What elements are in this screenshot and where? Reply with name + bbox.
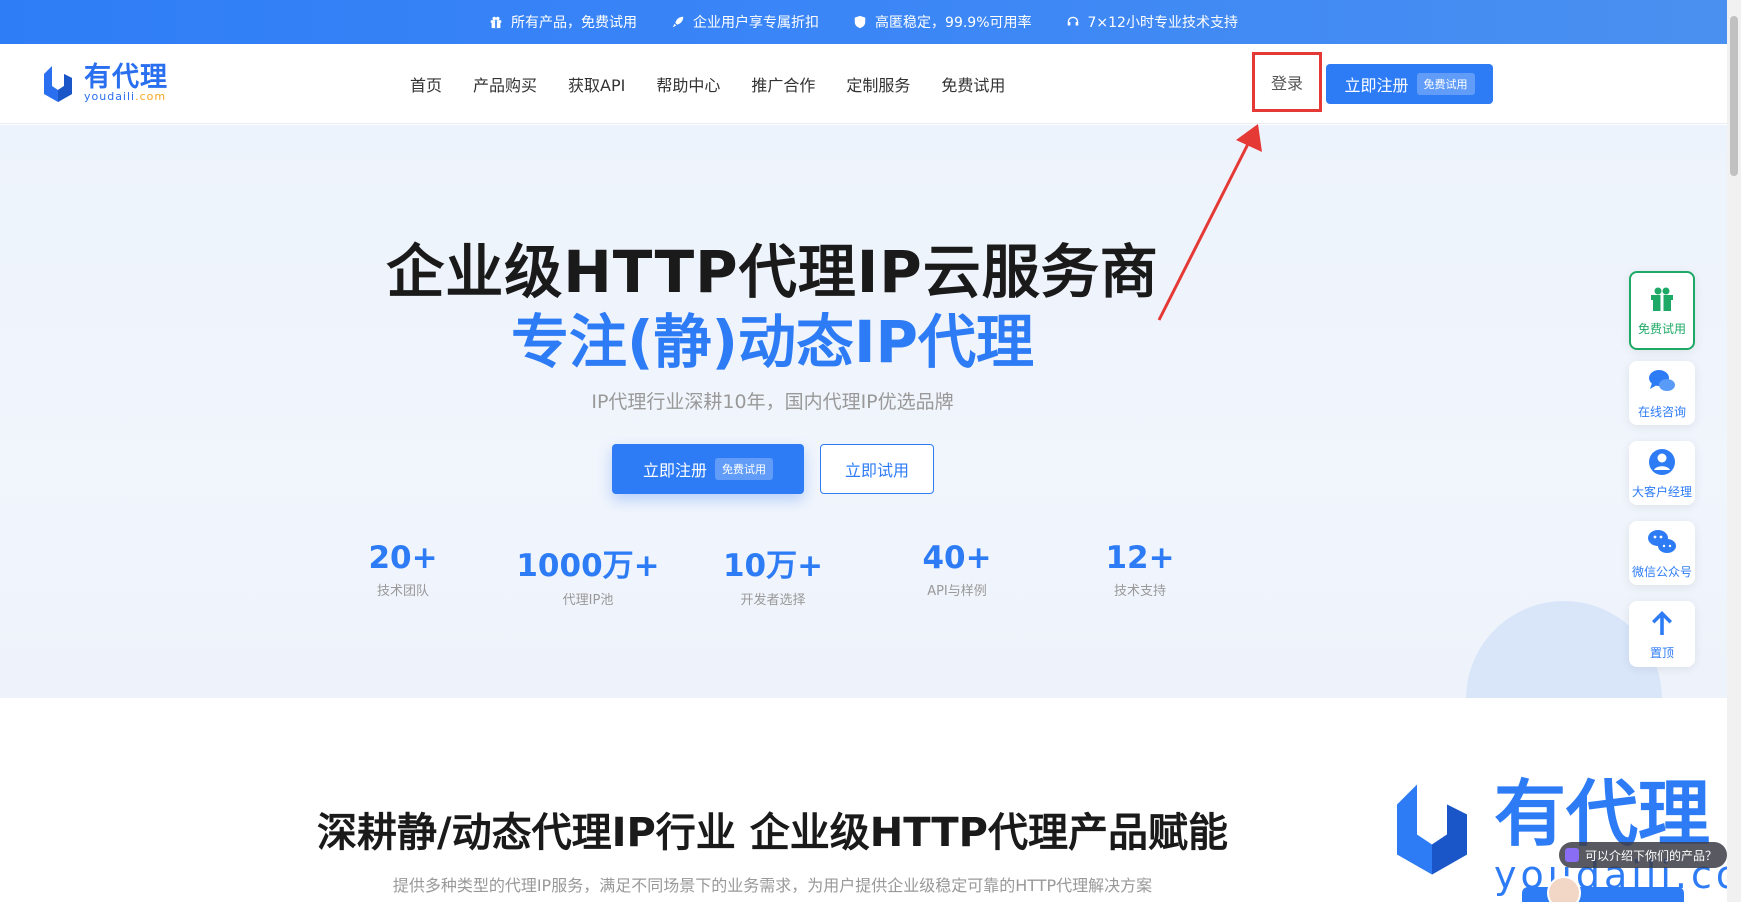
- hero-register-button[interactable]: 立即注册 免费试用: [612, 444, 804, 494]
- sidebar-consult[interactable]: 在线咨询: [1629, 361, 1695, 425]
- nav-custom[interactable]: 定制服务: [846, 72, 910, 96]
- section-subtitle: 提供多种类型的代理IP服务，满足不同场景下的业务需求，为用户提供企业级稳定可靠的…: [392, 876, 1153, 895]
- sidebar-free-trial[interactable]: 免费试用: [1629, 271, 1695, 350]
- logo-icon: [1397, 784, 1467, 875]
- chat-icon: [1649, 369, 1675, 391]
- hero-title-highlight: 专注(静)动态IP代理: [510, 308, 1035, 376]
- stat-ip-pool: 1000万+ 代理IP池: [503, 540, 673, 608]
- scrollbar-thumb[interactable]: [1730, 16, 1738, 176]
- login-link[interactable]: 登录: [1252, 52, 1322, 112]
- register-button[interactable]: 立即注册 免费试用: [1326, 64, 1493, 104]
- chat-popup[interactable]: 可以介绍下你们的产品？: [1559, 842, 1728, 868]
- logo-icon: [44, 66, 72, 102]
- sidebar-label: 在线咨询: [1637, 404, 1686, 419]
- stat-value: 20+: [368, 540, 438, 576]
- promo-item-support: 7×12小时专业技术支持: [1066, 12, 1238, 32]
- nav-api[interactable]: 获取API: [568, 72, 625, 96]
- promo-item-discount: 企业用户享专属折扣: [671, 12, 819, 32]
- stat-team: 20+ 技术团队: [318, 540, 488, 599]
- stat-label: 开发者选择: [740, 593, 806, 608]
- arrow-up-icon: [1652, 610, 1672, 635]
- stat-value: 10万+: [722, 548, 824, 584]
- free-trial-tag: 免费试用: [1416, 73, 1475, 95]
- promo-text: 企业用户享专属折扣: [693, 15, 820, 31]
- chat-popup-text: 可以介绍下你们的产品？: [1585, 848, 1718, 863]
- logo-domain: youdaili.com: [84, 90, 167, 103]
- stat-value: 12+: [1105, 540, 1175, 576]
- page-scrollbar[interactable]: [1727, 0, 1741, 902]
- stat-value: 1000万+: [516, 548, 660, 584]
- promo-item-free-trial: 所有产品，免费试用: [489, 12, 637, 32]
- stat-value: 40+: [922, 540, 992, 576]
- nav-help[interactable]: 帮助中心: [656, 72, 720, 96]
- promo-text: 所有产品，免费试用: [511, 15, 638, 31]
- cta-label: 立即注册: [642, 461, 707, 480]
- stat-label: 代理IP池: [562, 593, 614, 608]
- promo-item-stable: 高匿稳定，99.9%可用率: [853, 12, 1032, 32]
- site-logo[interactable]: 有代理 youdaili.com: [38, 62, 168, 104]
- user-icon: [1649, 448, 1675, 475]
- sidebar-wechat[interactable]: 微信公众号: [1629, 521, 1695, 585]
- register-label: 立即注册: [1344, 76, 1409, 95]
- sidebar-label: 置顶: [1649, 645, 1674, 660]
- promo-text: 7×12小时专业技术支持: [1087, 15, 1238, 31]
- nav-partner[interactable]: 推广合作: [751, 72, 815, 96]
- nav-free-trial[interactable]: 免费试用: [941, 72, 1005, 96]
- logo-text: 有代理: [84, 62, 168, 93]
- gift-icon: [490, 16, 502, 29]
- section-title: 深耕静/动态代理IP行业 企业级HTTP代理产品赋能: [316, 810, 1228, 856]
- stat-api: 40+ API与样例: [872, 540, 1042, 599]
- hero-try-button[interactable]: 立即试用: [820, 444, 934, 494]
- stat-label: 技术支持: [1113, 584, 1166, 599]
- stat-label: 技术团队: [376, 584, 429, 599]
- main-nav: 首页 产品购买 获取API 帮助中心 推广合作 定制服务 免费试用: [410, 44, 1005, 124]
- nav-buy[interactable]: 产品购买: [473, 72, 537, 96]
- headset-icon: [1067, 16, 1078, 26]
- watermark-text: 有代理: [1494, 772, 1711, 856]
- nav-home[interactable]: 首页: [410, 72, 442, 96]
- promo-text: 高匿稳定，99.9%可用率: [875, 15, 1032, 31]
- sidebar-label: 免费试用: [1637, 322, 1686, 336]
- gift-icon: [1651, 287, 1673, 311]
- sidebar-account-manager[interactable]: 大客户经理: [1629, 441, 1695, 505]
- site-header: 有代理 youdaili.com 首页 产品购买 获取API 帮助中心 推广合作…: [0, 44, 1727, 124]
- hero-subtitle: IP代理行业深耕10年，国内代理IP优选品牌: [591, 391, 954, 413]
- wechat-icon: [1648, 529, 1676, 553]
- avatar[interactable]: [1547, 876, 1581, 902]
- stat-developers: 10万+ 开发者选择: [688, 540, 858, 608]
- free-trial-tag: 免费试用: [715, 458, 773, 480]
- stat-label: API与样例: [927, 584, 987, 599]
- sidebar-label: 大客户经理: [1631, 484, 1692, 499]
- hero-section: 企业级HTTP代理IP云服务商 专注(静)动态IP代理 IP代理行业深耕10年，…: [0, 125, 1727, 698]
- sidebar-back-to-top[interactable]: 置顶: [1629, 601, 1695, 667]
- shield-icon: [854, 15, 866, 29]
- rocket-icon: [672, 16, 684, 28]
- promo-bar: 所有产品，免费试用 企业用户享专属折扣 高匿稳定，99.9%可用率 7×12小时…: [0, 0, 1727, 44]
- sidebar-label: 微信公众号: [1631, 564, 1692, 579]
- stat-support: 12+ 技术支持: [1055, 540, 1225, 599]
- chat-icon: [1565, 848, 1579, 862]
